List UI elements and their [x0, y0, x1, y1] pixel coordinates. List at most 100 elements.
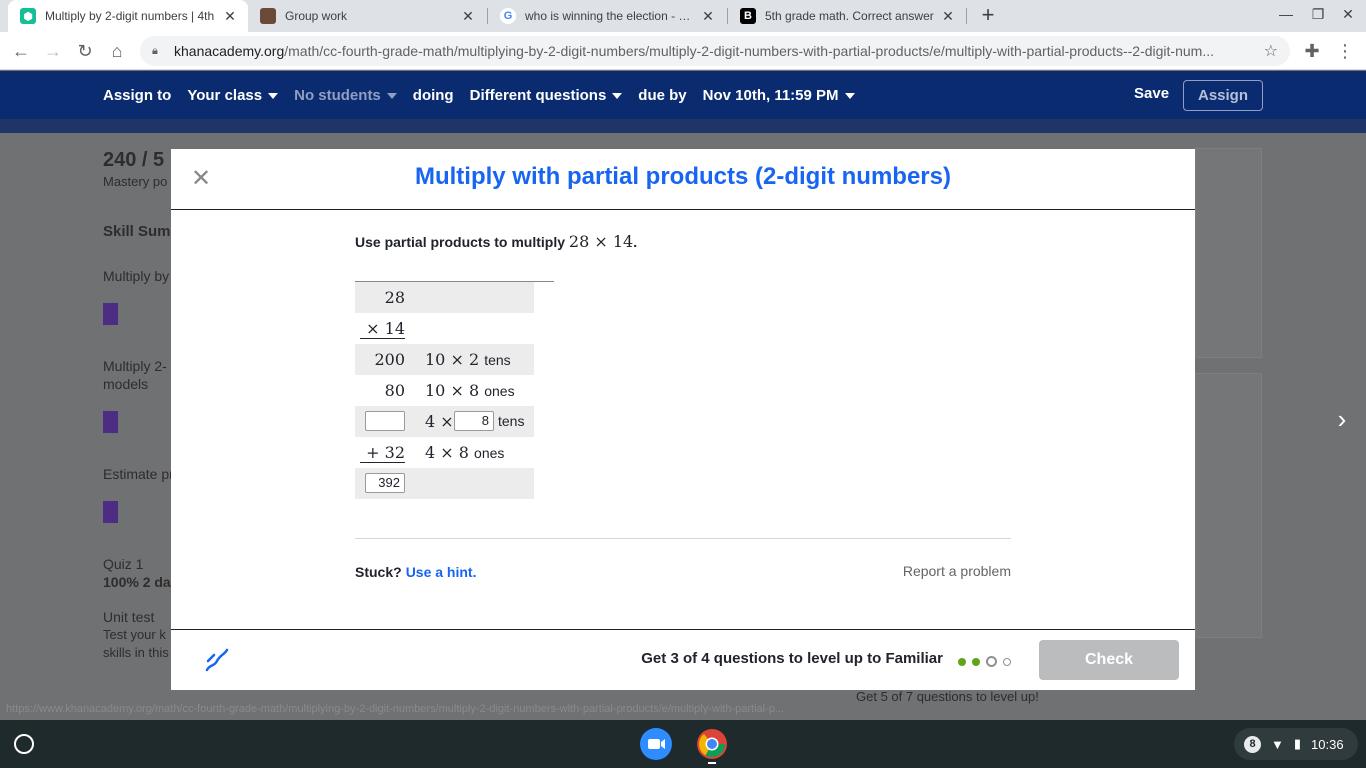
partial-products-row: 80 10 × 8 ones [355, 375, 534, 406]
prompt-math: 28 × 14 [568, 232, 634, 251]
scratchpad-icon[interactable] [204, 647, 230, 673]
close-window-icon[interactable]: ✕ [1338, 6, 1358, 23]
students-dropdown[interactable]: No students [294, 87, 397, 104]
close-icon[interactable]: ✕ [460, 8, 476, 25]
url-path: /math/cc-fourth-grade-math/multiplying-b… [284, 43, 1214, 59]
hint-divider [355, 538, 1011, 539]
partial-product-input[interactable] [365, 411, 405, 431]
chrome-app-icon[interactable] [696, 728, 728, 764]
tab-title: 5th grade math. Correct answer [765, 9, 934, 23]
progress-dot-todo [1003, 657, 1011, 666]
close-icon[interactable]: ✕ [700, 8, 716, 25]
minimize-icon[interactable]: — [1276, 6, 1296, 22]
exercise-title: Multiply with partial products (2-digit … [414, 163, 951, 190]
system-tray[interactable]: 8 ▼ ▮ 10:36 [1234, 728, 1358, 760]
tab-khan-academy[interactable]: ⬢ Multiply by 2-digit numbers | 4th ✕ [8, 0, 248, 32]
partial-products-row: 200 10 × 2 tens [355, 344, 534, 375]
quiz-score: 100% 2 da [103, 574, 171, 590]
caret-down-icon [612, 92, 623, 99]
tab-separator [966, 8, 967, 24]
skill-item: Estimate pr [103, 466, 174, 482]
students-dropdown-label: No students [294, 86, 381, 104]
browser-tab-strip: ⬢ Multiply by 2-digit numbers | 4th ✕ Gr… [0, 0, 1366, 32]
tab-google-search[interactable]: G who is winning the election - Goo ✕ [488, 0, 726, 32]
prompt-text: Use partial products to multiply [355, 234, 566, 250]
tab-title: Multiply by 2-digit numbers | 4th [45, 9, 215, 23]
background-card [1195, 373, 1262, 638]
use-hint-link[interactable]: Use a hint. [406, 564, 477, 580]
zoom-app-icon[interactable] [640, 728, 672, 760]
prompt-period: . [633, 234, 638, 250]
close-icon[interactable]: ✕ [222, 8, 238, 25]
caret-down-icon [844, 92, 855, 99]
os-shelf: 8 ▼ ▮ 10:36 [0, 720, 1366, 768]
partial-products-row: × 14 [355, 313, 534, 344]
progress-dot-done [958, 657, 966, 666]
image-favicon-icon [260, 8, 276, 24]
wifi-icon: ▼ [1271, 736, 1284, 752]
background-card [1195, 148, 1262, 358]
extensions-icon[interactable]: ✚ [1301, 40, 1323, 62]
assign-bar-shadow [0, 119, 1366, 133]
bookmark-star-icon[interactable]: ☆ [1264, 41, 1278, 61]
close-icon[interactable]: ✕ [940, 8, 956, 25]
restore-icon[interactable]: ❐ [1308, 6, 1328, 23]
partial-product-value: + 32 [360, 443, 405, 463]
save-button[interactable]: Save [1134, 85, 1169, 102]
back-icon[interactable]: ← [10, 40, 32, 62]
check-button[interactable]: Check [1039, 640, 1179, 680]
tab-brainly[interactable]: B 5th grade math. Correct answer ✕ [728, 0, 966, 32]
brainly-favicon-icon: B [740, 8, 756, 24]
unit-test-desc: skills in this [103, 645, 169, 660]
assign-bar: Assign to Your class No students doing D… [0, 71, 1366, 119]
place-value-unit: tens [498, 413, 525, 429]
unit-test-label: Unit test [103, 609, 155, 625]
partial-products-row: + 32 4 × 8 ones [355, 437, 534, 468]
status-bar-url: https://www.khanacademy.org/math/cc-four… [6, 703, 785, 715]
assign-to-label: Assign to [103, 86, 172, 104]
home-icon[interactable]: ⌂ [106, 40, 128, 62]
clock: 10:36 [1311, 736, 1344, 752]
battery-icon: ▮ [1293, 736, 1302, 751]
partial-product-expression: 10 × 2 tens [425, 350, 511, 369]
stuck-label: Stuck? [355, 564, 402, 580]
place-value-unit: ones [474, 445, 505, 461]
tab-group-work[interactable]: Group work ✕ [248, 0, 486, 32]
due-date-label: Nov 10th, 11:59 PM [702, 86, 839, 104]
partial-product-value: 80 [384, 381, 405, 400]
chevron-right-icon[interactable]: › [1332, 404, 1352, 434]
skill-mastery-bar [103, 501, 118, 523]
doing-label: doing [412, 86, 454, 104]
skill-mastery-bar [103, 411, 118, 433]
expression-text: 10 × 8 [425, 381, 480, 400]
new-tab-icon[interactable]: + [976, 4, 1000, 28]
hint-area: Stuck? Use a hint. [355, 564, 476, 580]
questions-dropdown[interactable]: Different questions [470, 87, 623, 104]
multiplicand: 28 [384, 288, 405, 307]
class-dropdown-label: Your class [187, 86, 263, 104]
questions-dropdown-label: Different questions [469, 86, 607, 104]
menu-icon[interactable]: ⋮ [1334, 40, 1356, 62]
expression-text: 10 × 2 [425, 350, 480, 369]
assign-button[interactable]: Assign [1183, 80, 1263, 111]
exercise-body: Use partial products to multiply 28 × 14… [171, 210, 1195, 630]
final-product-input[interactable]: 392 [365, 473, 405, 493]
expression-text: 4 × [425, 412, 454, 431]
report-problem-link[interactable]: Report a problem [903, 563, 1011, 579]
launcher-icon[interactable] [14, 734, 34, 754]
tens-factor-input[interactable]: 8 [454, 411, 494, 431]
exercise-modal: ✕ Multiply with partial products (2-digi… [171, 149, 1195, 690]
browser-toolbar: ← → ↻ ⌂ 🔒︎ khanacademy.org /math/cc-four… [0, 32, 1366, 70]
class-dropdown[interactable]: Your class [187, 86, 279, 104]
place-value-unit: tens [484, 352, 511, 368]
skill-item: models [103, 376, 149, 392]
due-date-dropdown[interactable]: Nov 10th, 11:59 PM [703, 87, 855, 104]
url-domain: khanacademy.org [174, 43, 285, 59]
modal-footer: Get 3 of 4 questions to level up to Fami… [171, 630, 1195, 690]
partial-product-value: 200 [374, 350, 405, 369]
address-bar[interactable]: 🔒︎ khanacademy.org /math/cc-fourth-grade… [140, 36, 1290, 66]
forward-icon[interactable]: → [42, 40, 64, 62]
reload-icon[interactable]: ↻ [74, 40, 96, 62]
caret-down-icon [386, 92, 397, 99]
partial-products-row: 4 × 8 tens [355, 406, 534, 437]
